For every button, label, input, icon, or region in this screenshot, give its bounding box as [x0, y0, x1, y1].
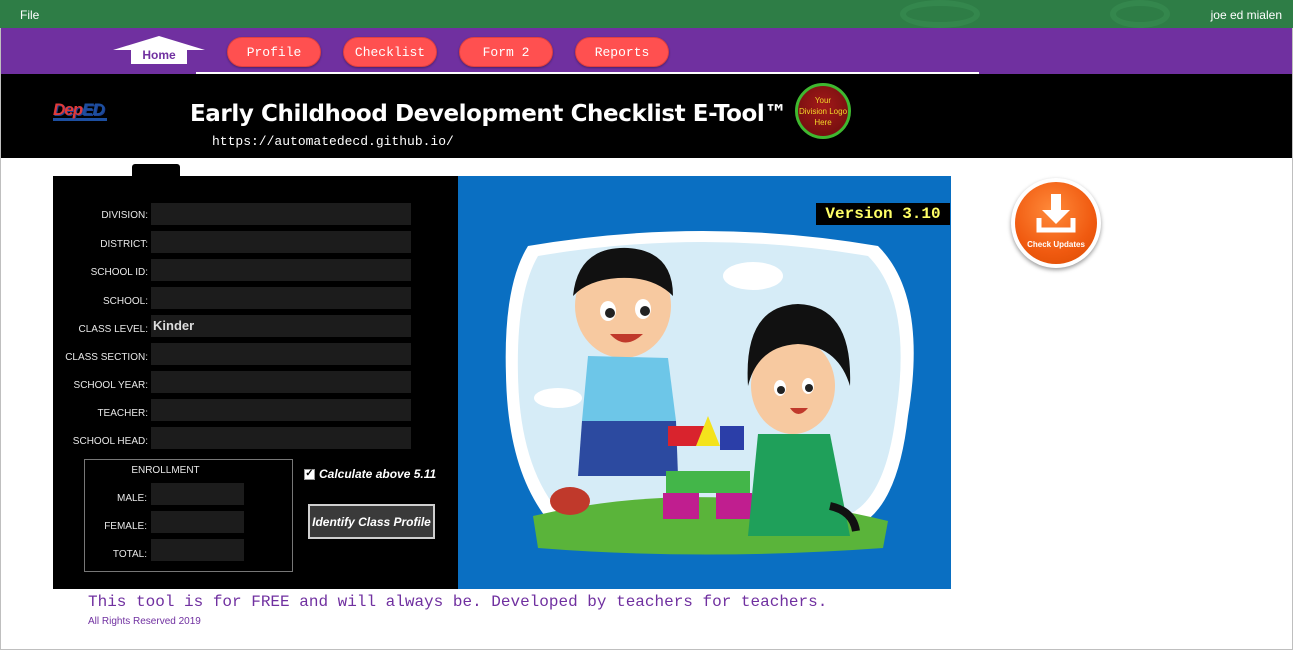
division-label: DIVISION:: [101, 210, 148, 221]
enrollment-title: ENROLLMENT: [131, 465, 200, 476]
school-id-field[interactable]: [151, 259, 411, 281]
calculate-checkbox-label: Calculate above 5.11: [319, 467, 437, 481]
nav-checklist-button[interactable]: Checklist: [343, 37, 437, 67]
nav-reports-button[interactable]: Reports: [575, 37, 669, 67]
check-updates-button[interactable]: Check Updates: [1011, 178, 1101, 268]
class-level-label: CLASS LEVEL:: [78, 324, 148, 335]
male-field[interactable]: [151, 483, 244, 505]
class-section-field[interactable]: [151, 343, 411, 365]
decorative-arc: [900, 0, 980, 28]
school-label: SCHOOL:: [102, 296, 148, 307]
decorative-arc: [1110, 0, 1170, 28]
district-field[interactable]: [151, 231, 411, 253]
school-profile-form: DIVISION: DISTRICT: SCHOOL ID: SCHOOL: C…: [53, 176, 458, 589]
teacher-label: TEACHER:: [97, 408, 148, 419]
nav-home-label: Home: [142, 48, 176, 62]
app-title: Early Childhood Development Checklist E-…: [190, 101, 788, 127]
nav-home-button[interactable]: Home: [113, 35, 205, 65]
male-label: MALE:: [116, 493, 147, 504]
app-url: https://automatedecd.github.io/: [212, 134, 454, 149]
school-year-field[interactable]: [151, 371, 411, 393]
kids-illustration: [458, 176, 951, 589]
version-badge: Version 3.10: [816, 203, 950, 225]
download-icon: [1036, 194, 1076, 233]
class-section-label: CLASS SECTION:: [65, 352, 148, 363]
teacher-field[interactable]: [151, 399, 411, 421]
female-field[interactable]: [151, 511, 244, 533]
enrollment-group: ENROLLMENT MALE: FEMALE: TOTAL:: [84, 459, 293, 572]
deped-logo: DepED: [53, 100, 109, 126]
division-logo-placeholder: Your Division Logo Here: [795, 83, 851, 139]
school-id-label: SCHOOL ID:: [90, 267, 148, 278]
nav-form2-button[interactable]: Form 2: [459, 37, 553, 67]
total-field[interactable]: [151, 539, 244, 561]
checkbox-check-icon[interactable]: ✓: [304, 468, 315, 480]
school-head-label: SCHOOL HEAD:: [72, 436, 148, 447]
female-label: FEMALE:: [104, 521, 147, 532]
division-field[interactable]: [151, 203, 411, 225]
school-year-label: SCHOOL YEAR:: [73, 380, 148, 391]
footer-message: This tool is for FREE and will always be…: [88, 593, 828, 611]
class-level-field[interactable]: Kinder: [151, 315, 411, 337]
app-header: DepED Early Childhood Development Checkl…: [1, 74, 1292, 158]
top-menubar: File joe ed mialen: [0, 0, 1293, 28]
school-field[interactable]: [151, 287, 411, 309]
file-menu[interactable]: File: [20, 8, 39, 22]
check-updates-label: Check Updates: [1027, 240, 1085, 249]
school-head-field[interactable]: [151, 427, 411, 449]
nav-bar: Home Profile Checklist Form 2 Reports: [1, 28, 1292, 74]
calculate-checkbox[interactable]: ✓ Calculate above 5.11: [304, 467, 436, 481]
user-name: joe ed mialen: [1210, 8, 1282, 22]
district-label: DISTRICT:: [100, 239, 148, 250]
total-label: TOTAL:: [112, 549, 147, 560]
copyright-text: All Rights Reserved 2019: [88, 616, 201, 627]
nav-profile-button[interactable]: Profile: [227, 37, 321, 67]
children-playing-image: [505, 231, 914, 555]
identify-class-profile-button[interactable]: Identify Class Profile: [308, 504, 435, 539]
